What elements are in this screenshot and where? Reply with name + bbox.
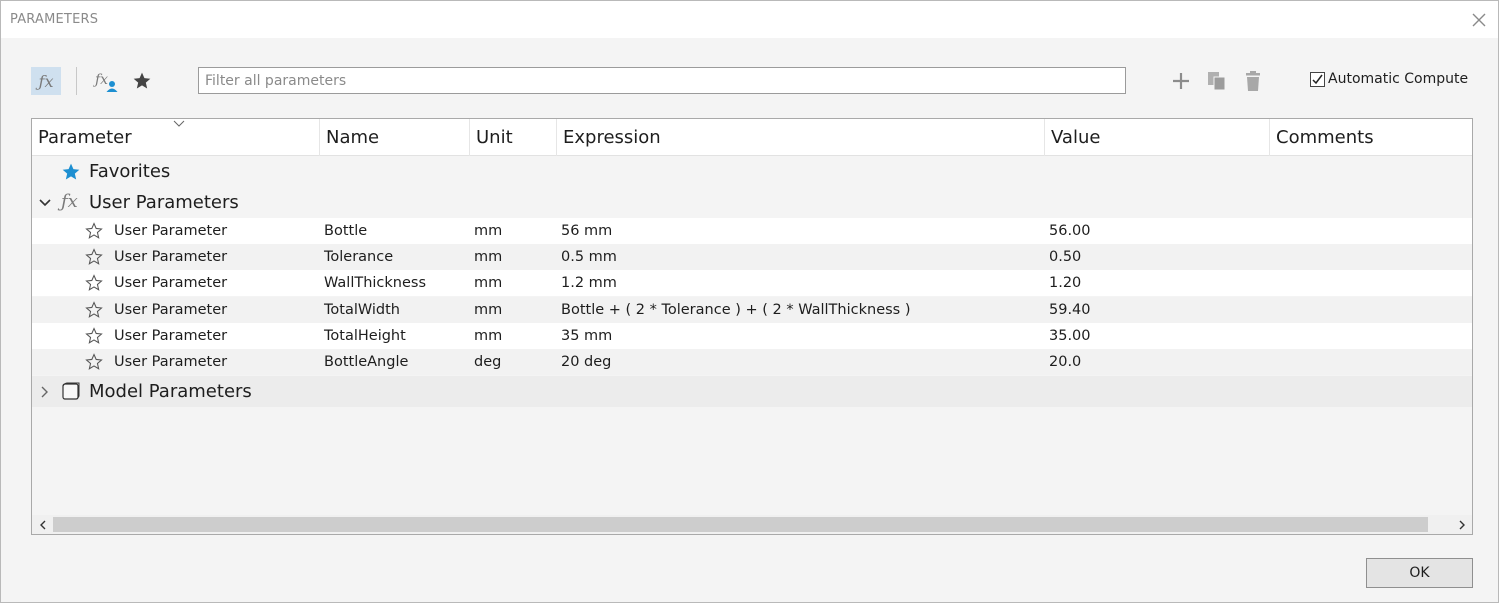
cell-value[interactable]: 59.40 (1049, 297, 1091, 323)
table-row[interactable]: User Parameter TotalHeight mm 35 mm 35.00 (32, 322, 1472, 349)
cell-name[interactable]: Tolerance (324, 244, 393, 270)
trash-icon (1246, 71, 1260, 91)
column-header-comments[interactable]: Comments (1270, 119, 1472, 156)
table-row[interactable]: User Parameter TotalWidth mm Bottle + ( 2 *… (32, 296, 1472, 323)
fx-icon: ƒx (61, 191, 78, 212)
cell-name[interactable]: TotalHeight (324, 323, 406, 349)
ok-button[interactable]: OK (1366, 558, 1473, 588)
table-row[interactable]: User Parameter BottleAngle deg 20 deg 20.0 (32, 349, 1472, 375)
cell-name[interactable]: BottleAngle (324, 349, 408, 375)
group-label-model-parameters: Model Parameters (89, 381, 252, 402)
star-outline-icon[interactable] (85, 248, 103, 266)
star-outline-icon[interactable] (85, 353, 103, 371)
fx-icon: ƒx (38, 71, 54, 91)
cell-unit: deg (474, 354, 502, 370)
cell-parameter: User Parameter (114, 327, 228, 344)
fx-user-icon: ƒx (93, 72, 118, 92)
cell-value[interactable]: 20.0 (1049, 349, 1081, 375)
user-parameters-toggle-button[interactable]: ƒx (31, 67, 61, 95)
cell-unit: mm (474, 223, 503, 239)
cell-parameter: User Parameter (114, 354, 228, 370)
cell-unit: mm (474, 275, 503, 292)
favorites-filter-button[interactable] (127, 67, 157, 95)
cell-expression[interactable]: Bottle + ( 2 * Tolerance ) + ( 2 * WallT… (561, 297, 911, 323)
horizontal-scrollbar[interactable] (32, 515, 1472, 534)
cell-value[interactable]: 56.00 (1049, 218, 1091, 244)
cell-parameter: User Parameter (114, 223, 228, 239)
checkmark-icon (1312, 74, 1323, 84)
cell-value[interactable]: 0.50 (1049, 244, 1081, 270)
title-bar: PARAMETERS (1, 1, 1498, 38)
cell-name[interactable]: Bottle (324, 218, 367, 244)
star-outline-icon[interactable] (85, 300, 103, 319)
delete-parameter-button[interactable] (1238, 67, 1268, 95)
window-title: PARAMETERS (10, 12, 99, 27)
cell-expression[interactable]: 35 mm (561, 323, 612, 349)
table-row[interactable]: User Parameter Bottle mm 56 mm 56.00 (32, 218, 1472, 244)
scrollbar-thumb[interactable] (53, 517, 1428, 532)
automatic-compute-checkbox[interactable]: Automatic Compute (1310, 71, 1468, 87)
chevron-right-icon[interactable] (37, 384, 53, 400)
star-filled-icon (133, 72, 151, 89)
cell-parameter: User Parameter (114, 275, 228, 292)
sort-chevron-icon (173, 120, 185, 127)
close-icon[interactable] (1470, 11, 1488, 29)
cell-value[interactable]: 35.00 (1049, 323, 1091, 349)
cell-value[interactable]: 1.20 (1049, 270, 1081, 296)
table-row[interactable]: User Parameter WallThickness mm 1.2 mm 1.20 (32, 270, 1472, 297)
star-outline-icon[interactable] (85, 326, 103, 345)
cell-expression[interactable]: 0.5 mm (561, 244, 617, 270)
plus-icon (1173, 73, 1189, 89)
group-favorites[interactable]: Favorites (32, 156, 1472, 187)
column-header-value[interactable]: Value (1045, 119, 1270, 156)
scroll-left-arrow-icon[interactable] (33, 515, 52, 534)
cell-expression[interactable]: 56 mm (561, 218, 612, 244)
copy-parameter-button[interactable] (1202, 67, 1232, 95)
parameters-dialog: PARAMETERS ƒx ƒx Filter all parameters A… (0, 0, 1499, 603)
group-model-parameters[interactable]: Model Parameters (32, 376, 1472, 407)
table-row[interactable]: User Parameter Tolerance mm 0.5 mm 0.50 (32, 244, 1472, 271)
cell-unit: mm (474, 301, 503, 318)
copy-icon (1208, 72, 1226, 91)
user-fx-filter-button[interactable]: ƒx (91, 67, 121, 95)
column-header-expression[interactable]: Expression (557, 119, 1045, 156)
group-label-user-parameters: User Parameters (89, 192, 239, 213)
cell-parameter: User Parameter (114, 249, 228, 266)
chevron-down-icon[interactable] (37, 195, 53, 211)
column-header-unit[interactable]: Unit (470, 119, 557, 156)
filter-parameters-input[interactable] (198, 67, 1126, 94)
cell-unit: mm (474, 327, 503, 344)
svg-text:ƒx: ƒx (93, 72, 108, 88)
group-user-parameters[interactable]: ƒx User Parameters (32, 187, 1472, 218)
cell-expression[interactable]: 1.2 mm (561, 270, 617, 296)
automatic-compute-label: Automatic Compute (1328, 71, 1469, 87)
scroll-right-arrow-icon[interactable] (1452, 515, 1471, 534)
star-blue-icon (62, 163, 80, 180)
parameters-table: Parameter Name Unit Expression Value Com… (31, 118, 1473, 535)
cell-expression[interactable]: 20 deg (561, 349, 611, 375)
group-label-favorites: Favorites (89, 161, 171, 182)
cell-parameter: User Parameter (114, 301, 228, 318)
table-header: Parameter Name Unit Expression Value Com… (32, 119, 1472, 156)
column-header-name[interactable]: Name (320, 119, 470, 156)
cell-name[interactable]: WallThickness (324, 270, 426, 296)
add-parameter-button[interactable] (1166, 67, 1196, 95)
cell-name[interactable]: TotalWidth (324, 297, 400, 323)
checkbox-box[interactable] (1310, 71, 1325, 87)
body-cube-icon (62, 382, 80, 400)
star-outline-icon[interactable] (85, 222, 103, 240)
cell-unit: mm (474, 249, 503, 266)
toolbar-divider (76, 67, 77, 95)
star-outline-icon[interactable] (85, 274, 103, 292)
